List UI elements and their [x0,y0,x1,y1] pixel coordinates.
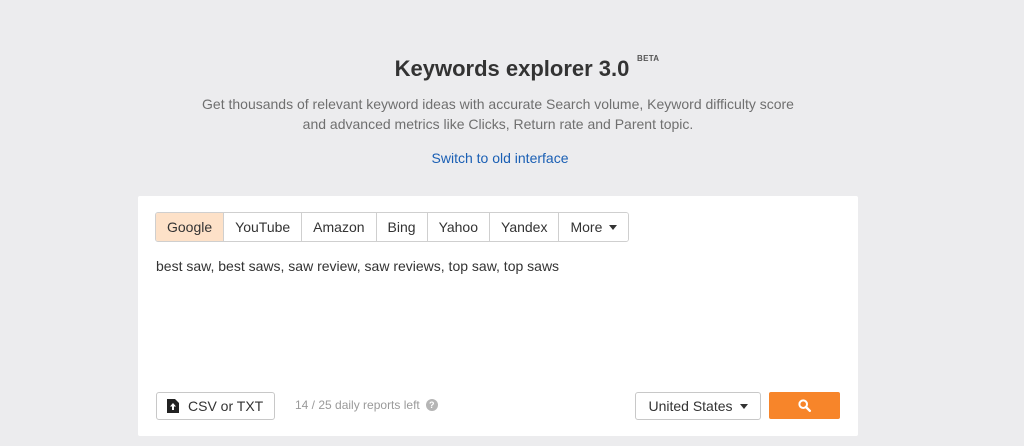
tab-more-dropdown[interactable]: More [559,213,629,241]
search-button[interactable] [769,392,840,419]
page-header: Keywords explorer 3.0 BETA [0,54,1024,82]
tab-google[interactable]: Google [156,213,225,241]
reports-left: 14 / 25 daily reports left ? [295,398,438,412]
country-select[interactable]: United States [635,392,761,420]
switch-old-interface-link[interactable]: Switch to old interface [0,150,1000,166]
tab-more-label: More [570,219,603,235]
upload-file-icon [167,399,179,413]
page-subtitle: Get thousands of relevant keyword ideas … [202,96,794,132]
tab-bing[interactable]: Bing [376,213,428,241]
page-title: Keywords explorer 3.0 BETA [394,54,659,82]
question-circle-icon[interactable]: ? [425,399,438,411]
caret-down-icon [739,403,748,409]
upload-csv-label: CSV or TXT [188,398,264,414]
tab-yandex[interactable]: Yandex [490,213,560,241]
keywords-input[interactable] [156,256,836,376]
tab-yahoo[interactable]: Yahoo [427,213,491,241]
search-engine-tabs: Google YouTube Amazon Bing Yahoo Yandex … [155,212,630,242]
tab-youtube[interactable]: YouTube [224,213,303,241]
search-icon [798,399,811,412]
beta-badge: BETA [637,54,660,63]
search-card: Google YouTube Amazon Bing Yahoo Yandex … [138,196,858,436]
upload-csv-button[interactable]: CSV or TXT [156,392,276,420]
caret-down-icon [609,224,618,230]
page-title-text: Keywords explorer 3.0 [394,56,630,81]
country-select-label: United States [648,398,733,414]
reports-left-text: 14 / 25 daily reports left [295,398,420,412]
tab-amazon[interactable]: Amazon [302,213,377,241]
